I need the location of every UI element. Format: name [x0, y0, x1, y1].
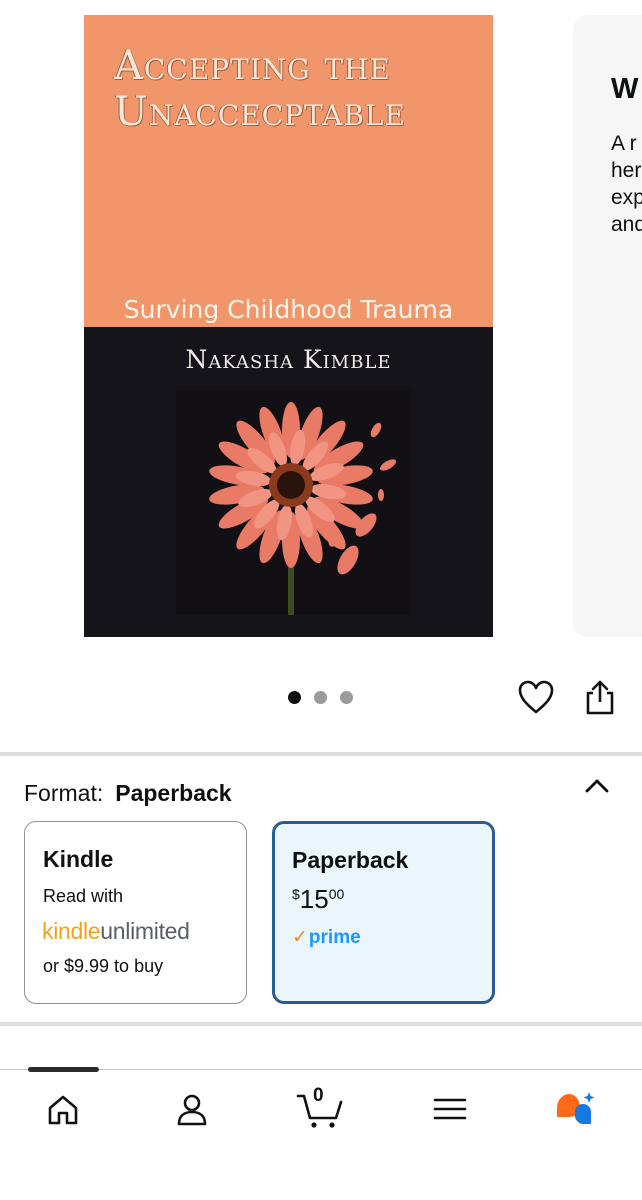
- nav-home[interactable]: [43, 1090, 83, 1130]
- description-text: A r her exp and: [611, 130, 642, 238]
- format-label: Format:: [24, 780, 104, 806]
- cover-subtitle: Surving Childhood Trauma: [123, 295, 454, 324]
- kindle-buy-price: or $9.99 to buy: [43, 956, 164, 976]
- kindle-unlimited-logo: kindleunlimited: [42, 918, 190, 945]
- carousel-dot-1[interactable]: [288, 691, 301, 704]
- description-line: her: [611, 159, 642, 182]
- carousel-dot-2[interactable]: [314, 691, 327, 704]
- format-collapse-button[interactable]: [583, 775, 611, 797]
- description-panel-peek[interactable]: W A r her exp and: [573, 15, 642, 637]
- format-option-name: Kindle: [43, 846, 114, 872]
- cover-title-line-1: Accepting the: [114, 43, 391, 89]
- description-heading: W: [611, 73, 639, 105]
- description-line: and: [611, 213, 642, 236]
- heart-icon: [518, 680, 554, 714]
- gerbera-flower-illustration: [176, 390, 411, 615]
- section-divider: [0, 752, 642, 756]
- bottom-navigation-bar: 0: [0, 1067, 642, 1200]
- active-tab-indicator: [28, 1067, 99, 1072]
- nav-account[interactable]: [172, 1090, 212, 1130]
- book-cover-image[interactable]: Accepting the Unaccecptable Surving Chil…: [84, 15, 493, 637]
- chevron-up-icon: [585, 779, 609, 793]
- prime-badge: ✓prime: [292, 926, 361, 949]
- carousel-pagination: [288, 691, 353, 704]
- nav-menu[interactable]: [430, 1090, 470, 1130]
- format-option-kindle[interactable]: Kindle Read with kindleunlimited or $9.9…: [24, 821, 247, 1004]
- wishlist-button[interactable]: [517, 679, 555, 715]
- prime-label: prime: [308, 927, 361, 948]
- nav-cart[interactable]: 0: [296, 1085, 344, 1130]
- share-icon: [586, 680, 614, 715]
- share-button[interactable]: [583, 679, 617, 717]
- format-option-paperback[interactable]: Paperback $1500 ✓prime: [272, 821, 495, 1004]
- kindle-read-with: Read with: [43, 886, 124, 906]
- account-icon: [177, 1094, 207, 1126]
- carousel-dot-3[interactable]: [340, 691, 353, 704]
- description-line: exp: [611, 186, 642, 209]
- home-icon: [48, 1095, 78, 1125]
- price-whole: 15: [299, 884, 329, 914]
- ku-logo-unlimited: unlimited: [100, 918, 190, 944]
- cover-title-line-2: Unaccecptable: [114, 89, 406, 135]
- price-fraction: 00: [328, 886, 345, 902]
- ku-logo-kindle: kindle: [42, 918, 101, 944]
- paperback-price: $1500: [292, 884, 344, 915]
- menu-icon: [433, 1098, 467, 1120]
- format-header: Format: Paperback: [24, 780, 232, 807]
- image-carousel[interactable]: Accepting the Unaccecptable Surving Chil…: [0, 0, 642, 660]
- price-symbol: $: [292, 886, 300, 902]
- cover-author: Nakasha Kimble: [185, 345, 392, 374]
- format-option-name: Paperback: [292, 847, 409, 873]
- description-line: A r: [611, 132, 637, 155]
- cover-title: Accepting the Unaccecptable: [114, 43, 474, 135]
- cart-count-badge: 0: [313, 1085, 324, 1106]
- nav-assistant[interactable]: [553, 1090, 595, 1130]
- prime-check-icon: ✓: [292, 927, 308, 948]
- format-selected-value: Paperback: [115, 780, 232, 806]
- section-divider: [0, 1022, 642, 1026]
- assistant-icon: [557, 1092, 595, 1124]
